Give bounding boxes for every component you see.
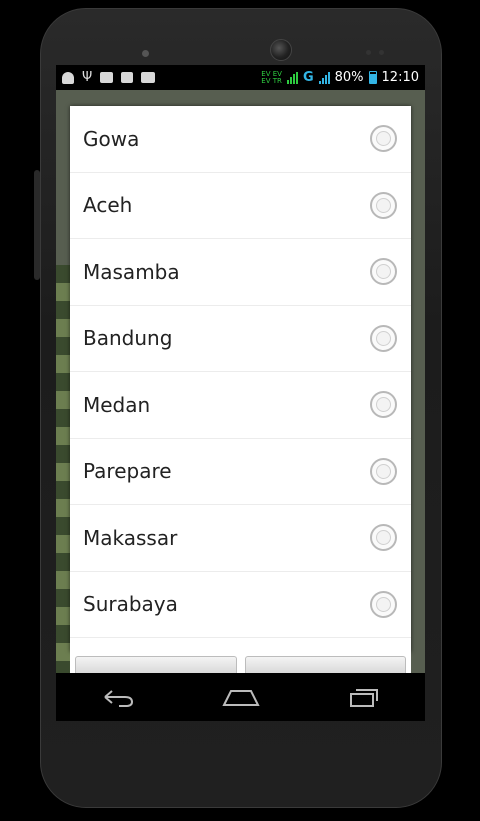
- radio-button[interactable]: [370, 524, 397, 552]
- radio-button[interactable]: [370, 324, 397, 352]
- clock: 12:10: [381, 70, 419, 85]
- background-pattern: [56, 265, 70, 695]
- option-label: Bandung: [83, 326, 173, 351]
- ev-indicator: EV EV EV TR: [261, 70, 282, 85]
- option-label: Aceh: [83, 193, 133, 218]
- chat-icon: [121, 72, 134, 83]
- recent-apps-icon: [349, 689, 378, 707]
- option-masamba[interactable]: Masamba: [70, 239, 411, 306]
- option-label: Gowa: [83, 126, 140, 151]
- option-surabaya[interactable]: Surabaya: [70, 572, 411, 638]
- option-label: Makassar: [83, 525, 178, 550]
- option-medan[interactable]: Medan: [70, 372, 411, 439]
- dialog-left-button[interactable]: [75, 656, 237, 673]
- option-gowa[interactable]: Gowa: [70, 106, 411, 173]
- recent-apps-button[interactable]: [334, 677, 394, 717]
- radio-button[interactable]: [370, 125, 397, 153]
- signal-strength-icon: [318, 71, 330, 84]
- option-label: Medan: [83, 392, 151, 417]
- network-type: G: [302, 70, 314, 85]
- radio-button[interactable]: [370, 391, 397, 419]
- option-makassar[interactable]: Makassar: [70, 505, 411, 572]
- data-activity-icon: [286, 71, 298, 84]
- screen: Ψ EV EV EV TR G 80% 12:10 Gowa Aceh Masa…: [56, 65, 425, 721]
- home-icon: [221, 690, 260, 706]
- option-aceh[interactable]: Aceh: [70, 173, 411, 239]
- status-bar: Ψ EV EV EV TR G 80% 12:10: [56, 65, 425, 90]
- option-label: Masamba: [83, 259, 180, 284]
- back-icon: [103, 690, 133, 707]
- battery-percent: 80%: [334, 70, 364, 85]
- game-icon: [141, 72, 156, 83]
- notification-app-icon: [62, 71, 74, 84]
- radio-button[interactable]: [370, 258, 397, 286]
- option-label: Surabaya: [83, 592, 178, 617]
- usb-icon: Ψ: [82, 70, 93, 85]
- light-sensor: [379, 50, 384, 55]
- battery-icon: [368, 71, 377, 84]
- dialog-right-button[interactable]: [244, 656, 406, 673]
- proximity-sensor: [366, 50, 371, 55]
- radio-button[interactable]: [370, 191, 397, 219]
- radio-button[interactable]: [370, 457, 397, 485]
- phone-speaker: [142, 50, 149, 57]
- option-parepare[interactable]: Parepare: [70, 439, 411, 505]
- dialog-button-bar: [70, 652, 411, 673]
- back-button[interactable]: [88, 677, 148, 717]
- radio-button[interactable]: [370, 590, 397, 618]
- image-notification-icon: [100, 72, 114, 83]
- front-camera: [270, 39, 292, 61]
- option-label: Parepare: [83, 459, 172, 484]
- city-choice-dialog: Gowa Aceh Masamba Bandung Medan Parepare…: [70, 106, 411, 652]
- ev-bottom-text: EV TR: [261, 76, 282, 85]
- home-button[interactable]: [211, 677, 271, 717]
- navigation-bar: [56, 673, 425, 721]
- option-bandung[interactable]: Bandung: [70, 306, 411, 372]
